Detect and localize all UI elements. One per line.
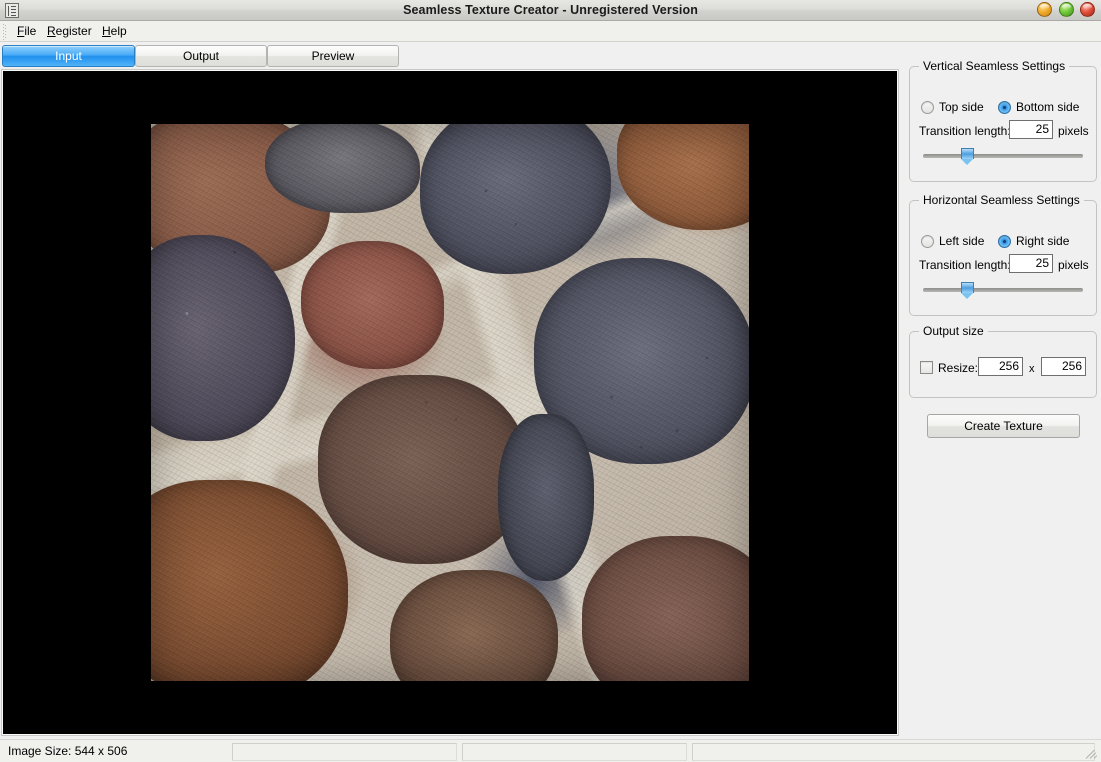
tab-preview[interactable]: Preview: [267, 45, 399, 67]
application-window: Seamless Texture Creator - Unregistered …: [0, 0, 1101, 762]
resize-checkbox[interactable]: [920, 361, 933, 374]
menu-bar: FFileile Register Help: [0, 21, 1101, 42]
vertical-slider-thumb[interactable]: [961, 148, 974, 165]
horizontal-transition-units-label: pixels: [1058, 258, 1089, 272]
vertical-transition-length-label: Transition length:: [919, 124, 1011, 138]
output-width-input[interactable]: 256: [978, 357, 1023, 376]
title-bar: Seamless Texture Creator - Unregistered …: [0, 0, 1101, 21]
status-panel-4: [692, 743, 1095, 761]
status-panel-2: [232, 743, 457, 761]
radio-bottom-side[interactable]: [998, 101, 1011, 114]
radio-top-side-label: Top side: [939, 100, 984, 114]
radio-left-side-label: Left side: [939, 234, 985, 248]
status-panel-3: [462, 743, 687, 761]
status-image-size: Image Size: 544 x 506: [8, 744, 128, 758]
output-size-group: Output size Resize: 256 x 256: [909, 324, 1097, 398]
vertical-transition-length-input[interactable]: 25: [1009, 120, 1053, 139]
maximize-button[interactable]: [1058, 2, 1074, 17]
horizontal-transition-slider[interactable]: [923, 282, 1083, 299]
horizontal-transition-length-label: Transition length:: [919, 258, 1011, 272]
horizontal-slider-track[interactable]: [923, 288, 1083, 292]
resize-grip-icon[interactable]: [1085, 746, 1099, 760]
output-size-separator: x: [1029, 363, 1035, 375]
vertical-transition-units-label: pixels: [1058, 124, 1089, 138]
horizontal-slider-thumb[interactable]: [961, 282, 974, 299]
horizontal-transition-length-input[interactable]: 25: [1009, 254, 1053, 273]
radio-top-side[interactable]: [921, 101, 934, 114]
menu-drag-grip[interactable]: [2, 23, 7, 40]
radio-bottom-side-label: Bottom side: [1016, 100, 1080, 114]
vertical-seamless-settings-group: Vertical Seamless Settings Top side Bott…: [909, 59, 1097, 182]
image-canvas[interactable]: [1, 69, 899, 736]
status-bar: Image Size: 544 x 506: [0, 739, 1101, 762]
output-height-input[interactable]: 256: [1041, 357, 1086, 376]
minimize-button[interactable]: [1037, 2, 1053, 17]
radio-right-side-label: Right side: [1016, 234, 1070, 248]
resize-label: Resize:: [938, 361, 979, 375]
horizontal-settings-title: Horizontal Seamless Settings: [919, 193, 1084, 207]
menu-item-register[interactable]: Register: [42, 24, 97, 39]
menu-item-help[interactable]: Help: [97, 24, 132, 39]
input-image: [151, 124, 749, 681]
window-title: Seamless Texture Creator - Unregistered …: [403, 3, 698, 17]
radio-right-side[interactable]: [998, 235, 1011, 248]
output-size-title: Output size: [919, 324, 988, 338]
tab-output[interactable]: Output: [135, 45, 267, 67]
create-texture-button[interactable]: Create Texture: [927, 414, 1080, 438]
window-controls: [1034, 2, 1095, 19]
horizontal-seamless-settings-group: Horizontal Seamless Settings Left side R…: [909, 193, 1097, 316]
vertical-settings-title: Vertical Seamless Settings: [919, 59, 1070, 73]
close-button[interactable]: [1080, 2, 1095, 17]
radio-left-side[interactable]: [921, 235, 934, 248]
vertical-transition-slider[interactable]: [923, 148, 1083, 165]
vertical-slider-track[interactable]: [923, 154, 1083, 158]
tab-input[interactable]: Input: [2, 45, 135, 67]
menu-item-file[interactable]: FFileile: [12, 24, 41, 39]
